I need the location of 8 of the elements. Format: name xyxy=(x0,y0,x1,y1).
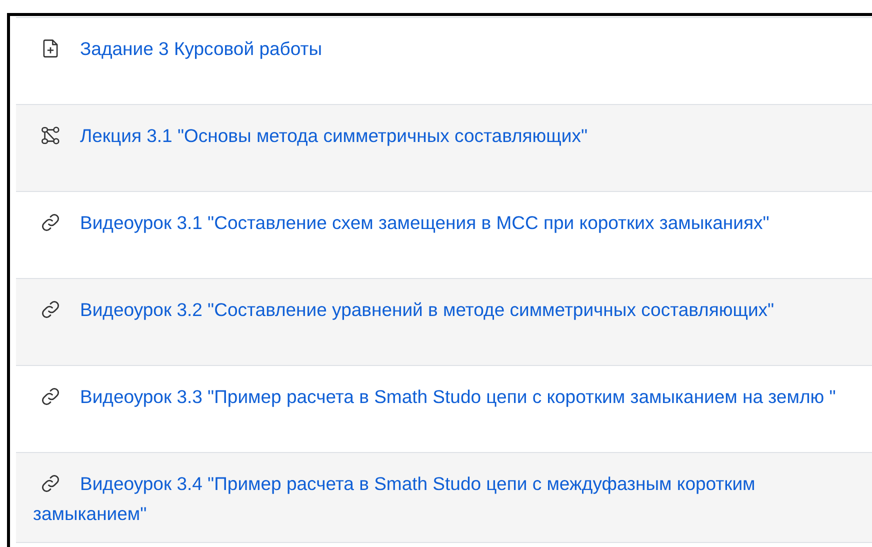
activity-link[interactable]: Задание 3 Курсовой работы xyxy=(33,34,858,64)
link-icon xyxy=(40,299,61,320)
link-icon xyxy=(40,473,61,494)
link-icon xyxy=(40,386,61,407)
nodes-icon xyxy=(40,125,61,146)
activity-link[interactable]: Видеоурок 3.3 "Пример расчета в Smath Studo цепи с коротким замыканием на землю " xyxy=(33,382,858,412)
activity-link[interactable]: Видеоурок 3.1 "Составление схем замещения в МСС при коротких замыканиях" xyxy=(33,208,858,238)
link-icon xyxy=(40,212,61,233)
